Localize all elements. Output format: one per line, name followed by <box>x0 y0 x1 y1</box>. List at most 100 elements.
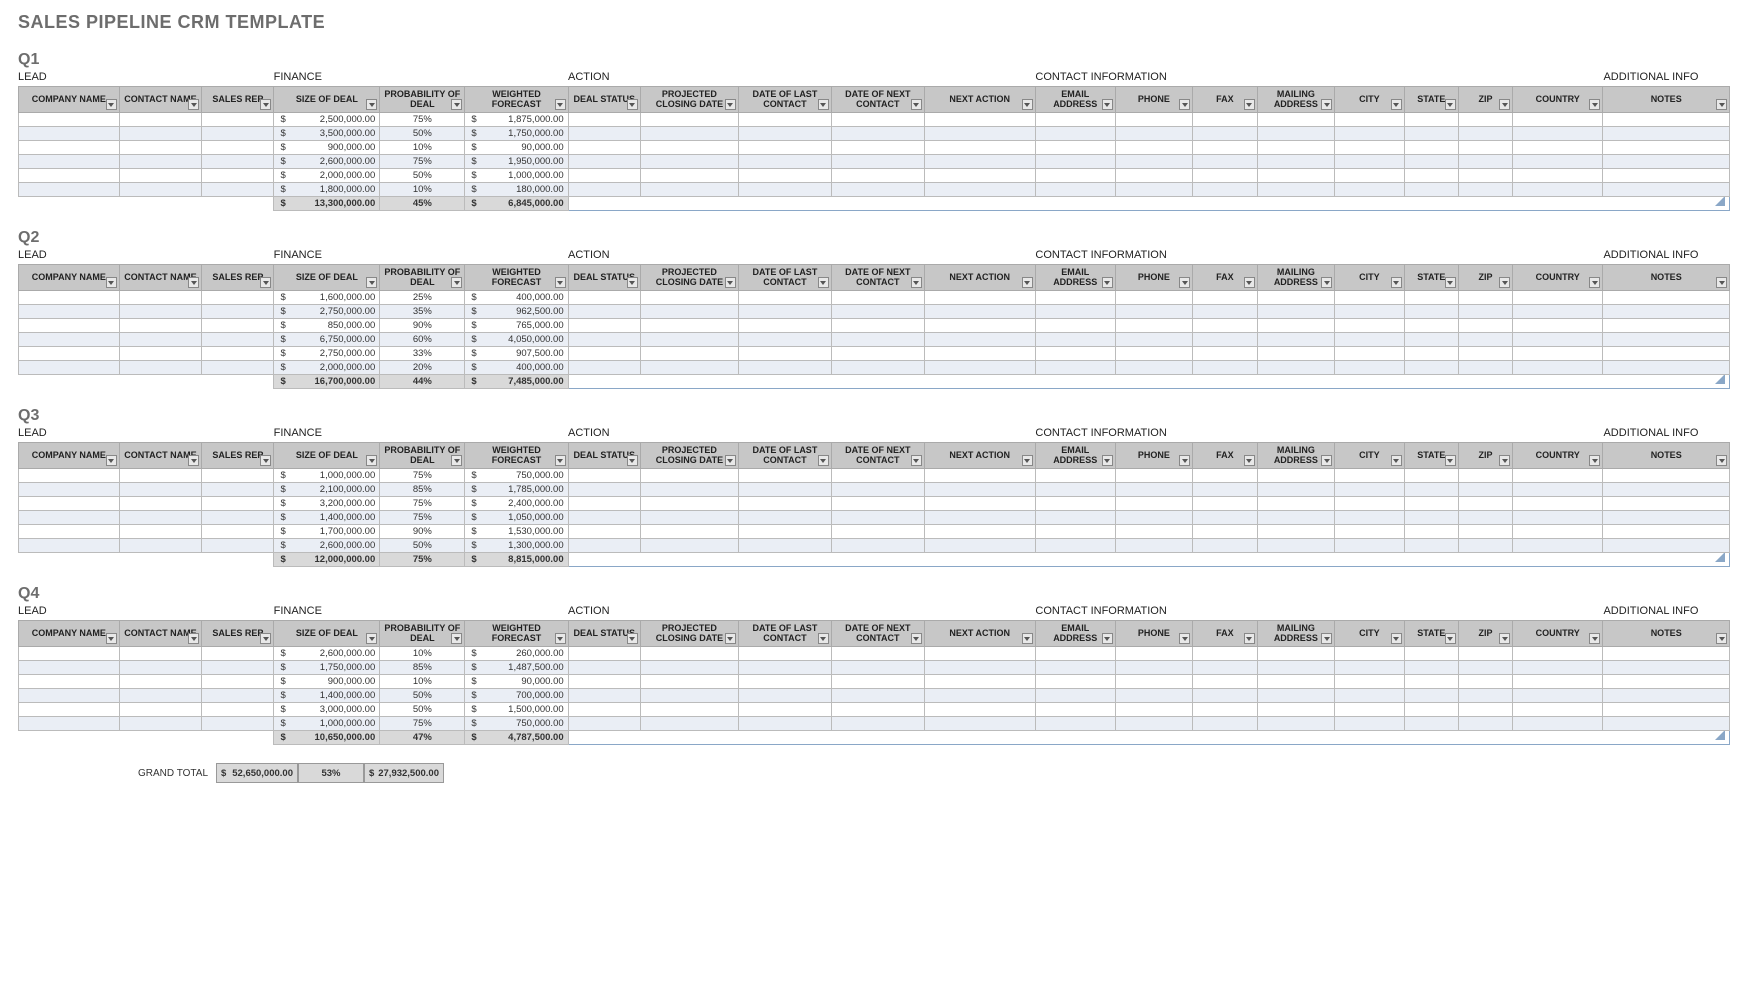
col-header-zip[interactable]: ZIP <box>1458 443 1512 469</box>
cell-fax[interactable] <box>1193 661 1258 675</box>
cell-company[interactable] <box>19 647 120 661</box>
cell-state[interactable] <box>1404 511 1458 525</box>
cell-size[interactable]: $2,000,000.00 <box>274 361 380 375</box>
cell-prob[interactable]: 60% <box>380 333 465 347</box>
cell-zip[interactable] <box>1458 113 1512 127</box>
col-header-next_contact[interactable]: DATE OF NEXT CONTACT <box>831 87 924 113</box>
filter-dropdown-icon[interactable] <box>818 633 829 644</box>
cell-city[interactable] <box>1335 113 1405 127</box>
cell-mailing[interactable] <box>1257 291 1334 305</box>
filter-dropdown-icon[interactable] <box>911 455 922 466</box>
table-row[interactable]: $2,750,000.0035%$962,500.00 <box>19 305 1730 319</box>
cell-phone[interactable] <box>1115 347 1192 361</box>
cell-mailing[interactable] <box>1257 689 1334 703</box>
filter-dropdown-icon[interactable] <box>725 99 736 110</box>
cell-status[interactable] <box>568 155 640 169</box>
col-header-city[interactable]: CITY <box>1335 443 1405 469</box>
cell-last_contact[interactable] <box>738 647 831 661</box>
cell-size[interactable]: $2,000,000.00 <box>274 169 380 183</box>
cell-mailing[interactable] <box>1257 469 1334 483</box>
cell-fax[interactable] <box>1193 675 1258 689</box>
col-header-forecast[interactable]: WEIGHTED FORECAST <box>465 621 568 647</box>
filter-dropdown-icon[interactable] <box>1022 277 1033 288</box>
cell-country[interactable] <box>1513 703 1603 717</box>
col-header-zip[interactable]: ZIP <box>1458 621 1512 647</box>
cell-city[interactable] <box>1335 347 1405 361</box>
cell-state[interactable] <box>1404 155 1458 169</box>
cell-size[interactable]: $2,100,000.00 <box>274 483 380 497</box>
cell-rep[interactable] <box>202 703 274 717</box>
cell-fax[interactable] <box>1193 113 1258 127</box>
cell-mailing[interactable] <box>1257 113 1334 127</box>
filter-dropdown-icon[interactable] <box>1022 455 1033 466</box>
cell-next_action[interactable] <box>924 141 1035 155</box>
cell-last_contact[interactable] <box>738 497 831 511</box>
cell-rep[interactable] <box>202 525 274 539</box>
col-header-notes[interactable]: NOTES <box>1603 265 1730 291</box>
filter-dropdown-icon[interactable] <box>1499 99 1510 110</box>
cell-status[interactable] <box>568 305 640 319</box>
cell-status[interactable] <box>568 291 640 305</box>
table-row[interactable]: $2,600,000.0075%$1,950,000.00 <box>19 155 1730 169</box>
cell-next_contact[interactable] <box>831 703 924 717</box>
cell-contact[interactable] <box>119 333 202 347</box>
cell-zip[interactable] <box>1458 539 1512 553</box>
col-header-phone[interactable]: PHONE <box>1115 621 1192 647</box>
cell-contact[interactable] <box>119 675 202 689</box>
table-row[interactable]: $900,000.0010%$90,000.00 <box>19 675 1730 689</box>
cell-next_action[interactable] <box>924 675 1035 689</box>
cell-notes[interactable] <box>1603 113 1730 127</box>
cell-forecast[interactable]: $1,785,000.00 <box>465 483 568 497</box>
cell-next_contact[interactable] <box>831 469 924 483</box>
cell-country[interactable] <box>1513 647 1603 661</box>
cell-city[interactable] <box>1335 319 1405 333</box>
table-row[interactable]: $6,750,000.0060%$4,050,000.00 <box>19 333 1730 347</box>
filter-dropdown-icon[interactable] <box>1391 99 1402 110</box>
cell-company[interactable] <box>19 469 120 483</box>
cell-country[interactable] <box>1513 155 1603 169</box>
cell-proj_close[interactable] <box>640 717 738 731</box>
cell-phone[interactable] <box>1115 333 1192 347</box>
filter-dropdown-icon[interactable] <box>1102 277 1113 288</box>
cell-size[interactable]: $3,500,000.00 <box>274 127 380 141</box>
cell-prob[interactable]: 50% <box>380 703 465 717</box>
col-header-rep[interactable]: SALES REP <box>202 443 274 469</box>
col-header-rep[interactable]: SALES REP <box>202 87 274 113</box>
cell-zip[interactable] <box>1458 661 1512 675</box>
cell-next_contact[interactable] <box>831 675 924 689</box>
cell-mailing[interactable] <box>1257 169 1334 183</box>
cell-city[interactable] <box>1335 291 1405 305</box>
col-header-city[interactable]: CITY <box>1335 87 1405 113</box>
col-header-next_action[interactable]: NEXT ACTION <box>924 265 1035 291</box>
cell-forecast[interactable]: $400,000.00 <box>465 291 568 305</box>
cell-size[interactable]: $1,400,000.00 <box>274 511 380 525</box>
cell-size[interactable]: $2,750,000.00 <box>274 347 380 361</box>
col-header-proj_close[interactable]: PROJECTED CLOSING DATE <box>640 621 738 647</box>
cell-notes[interactable] <box>1603 483 1730 497</box>
cell-status[interactable] <box>568 689 640 703</box>
cell-notes[interactable] <box>1603 319 1730 333</box>
cell-phone[interactable] <box>1115 525 1192 539</box>
table-row[interactable]: $1,700,000.0090%$1,530,000.00 <box>19 525 1730 539</box>
col-header-proj_close[interactable]: PROJECTED CLOSING DATE <box>640 443 738 469</box>
col-header-next_contact[interactable]: DATE OF NEXT CONTACT <box>831 443 924 469</box>
cell-next_action[interactable] <box>924 717 1035 731</box>
cell-last_contact[interactable] <box>738 689 831 703</box>
col-header-country[interactable]: COUNTRY <box>1513 443 1603 469</box>
filter-dropdown-icon[interactable] <box>725 455 736 466</box>
filter-dropdown-icon[interactable] <box>911 99 922 110</box>
cell-proj_close[interactable] <box>640 647 738 661</box>
cell-next_contact[interactable] <box>831 647 924 661</box>
filter-dropdown-icon[interactable] <box>1391 633 1402 644</box>
cell-phone[interactable] <box>1115 675 1192 689</box>
cell-company[interactable] <box>19 703 120 717</box>
cell-prob[interactable]: 90% <box>380 319 465 333</box>
cell-state[interactable] <box>1404 169 1458 183</box>
cell-last_contact[interactable] <box>738 305 831 319</box>
cell-notes[interactable] <box>1603 511 1730 525</box>
col-header-zip[interactable]: ZIP <box>1458 87 1512 113</box>
table-row[interactable]: $2,750,000.0033%$907,500.00 <box>19 347 1730 361</box>
cell-rep[interactable] <box>202 141 274 155</box>
cell-email[interactable] <box>1035 717 1115 731</box>
filter-dropdown-icon[interactable] <box>451 633 462 644</box>
